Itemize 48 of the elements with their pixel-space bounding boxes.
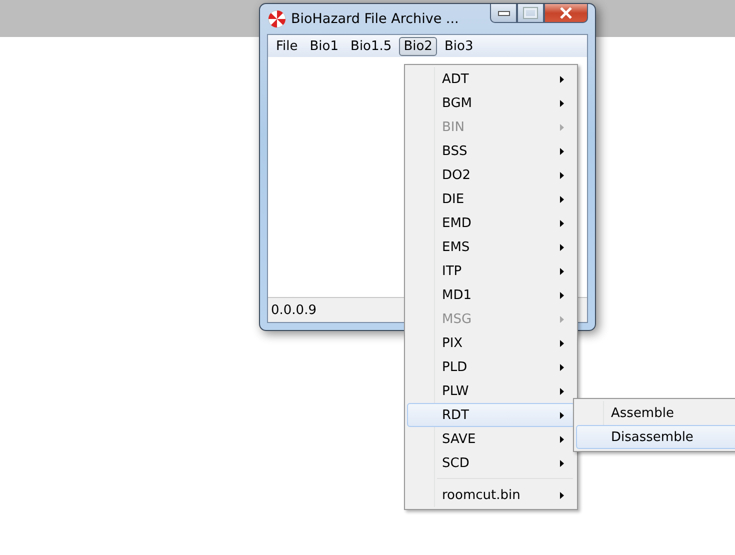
menu-option[interactable]: BSS: [407, 139, 575, 163]
menu-option[interactable]: BGM: [407, 91, 575, 115]
menu-option[interactable]: ADT: [407, 67, 575, 91]
submenu-arrow-icon: [560, 268, 564, 274]
close-button[interactable]: [544, 4, 588, 23]
menu-item[interactable]: File: [271, 36, 303, 56]
menu-option[interactable]: SAVE: [407, 427, 575, 451]
menu-option[interactable]: Disassemble: [576, 425, 735, 449]
version-text: 0.0.0.9: [271, 302, 316, 318]
submenu-arrow-icon: [560, 244, 564, 250]
submenu-arrow-icon: [560, 492, 564, 498]
close-icon: [559, 7, 573, 19]
submenu-arrow-icon: [560, 340, 564, 346]
submenu-arrow-icon: [560, 292, 564, 298]
submenu-arrow-icon: [560, 436, 564, 442]
menu-option[interactable]: PLW: [407, 379, 575, 403]
submenu-arrow-icon: [560, 412, 564, 418]
menu-item[interactable]: Bio1.5: [346, 36, 397, 56]
menu-option[interactable]: roomcut.bin: [407, 483, 575, 507]
menu-option[interactable]: ITP: [407, 259, 575, 283]
window-title: BioHazard File Archive ...: [291, 11, 459, 27]
submenu-arrow-icon: [560, 124, 564, 130]
submenu-arrow-icon: [560, 364, 564, 370]
menu-option[interactable]: RDT: [407, 403, 575, 427]
submenu-arrow-icon: [560, 316, 564, 322]
menu-option[interactable]: PLD: [407, 355, 575, 379]
submenu-arrow-icon: [560, 148, 564, 154]
maximize-button[interactable]: [517, 4, 544, 23]
menu-option[interactable]: Assemble: [576, 401, 735, 425]
submenu-arrow-icon: [560, 172, 564, 178]
submenu-arrow-icon: [560, 100, 564, 106]
submenu-arrow-icon: [560, 388, 564, 394]
menu-option[interactable]: DIE: [407, 187, 575, 211]
submenu-arrow-icon: [560, 220, 564, 226]
submenu-arrow-icon: [560, 460, 564, 466]
minimize-button[interactable]: [490, 4, 517, 23]
menu-option[interactable]: MD1: [407, 283, 575, 307]
menu-option[interactable]: PIX: [407, 331, 575, 355]
menu-option[interactable]: DO2: [407, 163, 575, 187]
submenu-arrow-icon: [560, 76, 564, 82]
menu-option[interactable]: EMS: [407, 235, 575, 259]
menu-option[interactable]: SCD: [407, 451, 575, 475]
menu-option[interactable]: EMD: [407, 211, 575, 235]
umbrella-logo-icon: [268, 10, 286, 28]
submenu-arrow-icon: [560, 196, 564, 202]
menu-item[interactable]: Bio1: [304, 36, 344, 56]
menu-item[interactable]: Bio3: [439, 36, 478, 56]
menu-item[interactable]: Bio2: [398, 36, 438, 56]
